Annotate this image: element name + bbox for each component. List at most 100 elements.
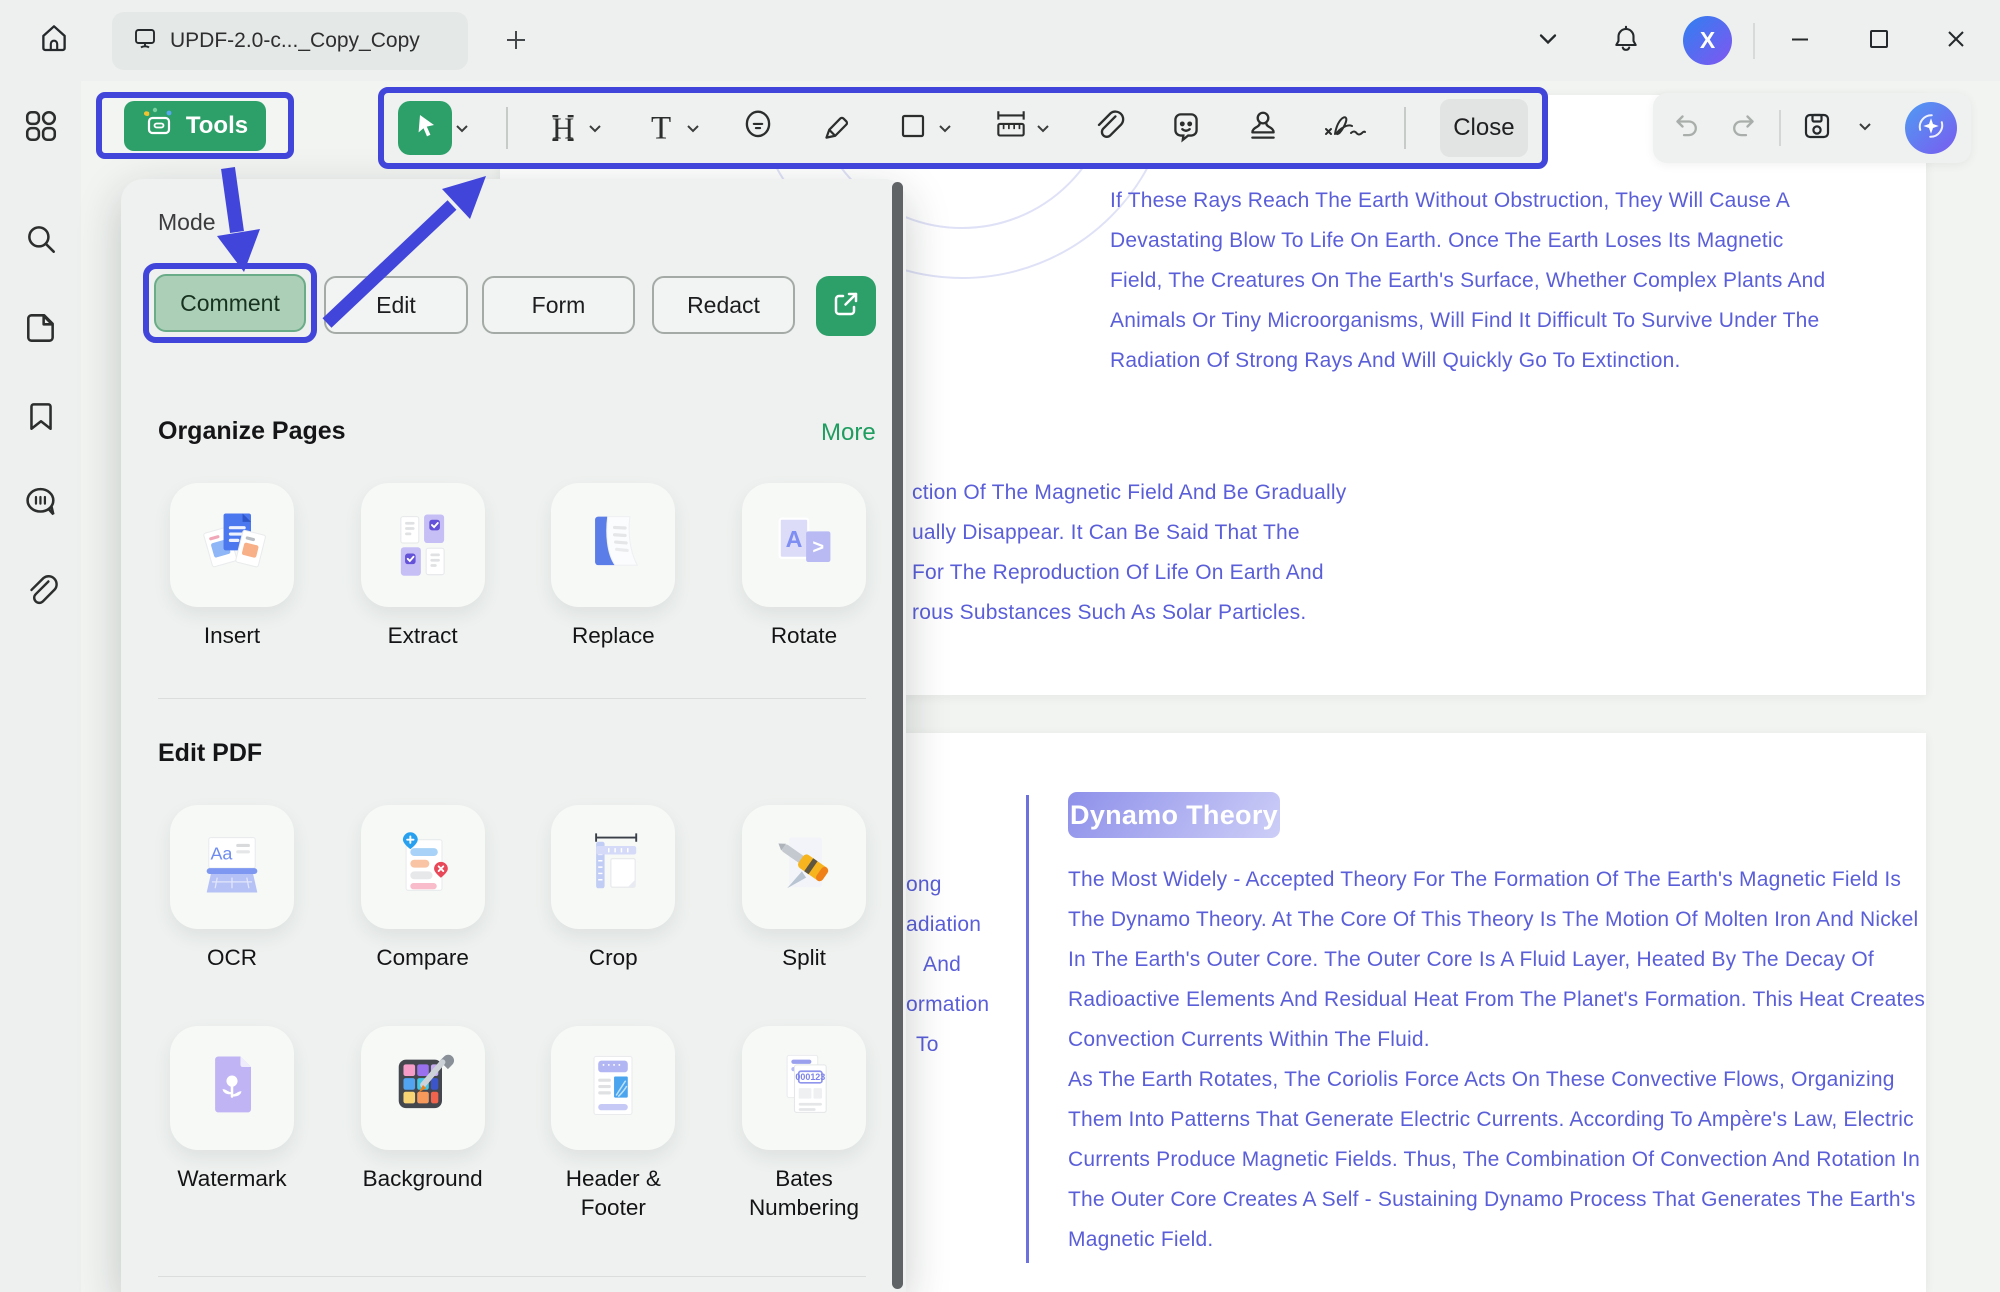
bell-icon xyxy=(1610,23,1642,60)
chevron-down-icon[interactable] xyxy=(935,106,955,150)
more-link[interactable]: More xyxy=(821,419,876,447)
doc-line: Radioactive Elements And Residual Heat F… xyxy=(1068,980,1925,1020)
open-in-new-window-button[interactable] xyxy=(816,276,876,336)
header-footer-icon xyxy=(575,1048,651,1129)
chevron-down-icon[interactable] xyxy=(452,106,472,150)
apps-grid-icon xyxy=(23,108,59,149)
sidebar-item-bookmarks[interactable] xyxy=(14,391,68,445)
notifications-button[interactable] xyxy=(1602,17,1650,65)
tile-watermark[interactable]: Watermark xyxy=(153,1026,311,1222)
tile-label: Replace xyxy=(538,621,688,650)
sidebar-item-comments[interactable] xyxy=(14,477,68,531)
new-tab-button[interactable] xyxy=(494,22,538,62)
panel-divider xyxy=(158,1276,866,1277)
select-tool-button[interactable] xyxy=(398,101,452,155)
highlight-tool-button[interactable]: H xyxy=(541,106,585,150)
comment-icon xyxy=(22,483,60,526)
doc-line: adiation xyxy=(906,905,989,945)
maximize-button[interactable] xyxy=(1855,17,1903,65)
close-toolbar-button[interactable]: Close xyxy=(1440,99,1528,157)
tile-insert[interactable]: Insert xyxy=(153,483,311,650)
doc-line: Currents Produce Magnetic Fields. Thus, … xyxy=(1068,1140,1925,1180)
stamp-icon xyxy=(1245,108,1281,149)
comment-toolbar: H T xyxy=(378,87,1548,169)
tile-label: Background xyxy=(348,1164,498,1193)
chevron-down-icon[interactable] xyxy=(585,106,605,150)
measure-tool-button[interactable] xyxy=(989,106,1033,150)
extract-pages-icon xyxy=(385,505,461,586)
sticker-tool-button[interactable] xyxy=(1164,106,1208,150)
rotate-pages-icon: A > xyxy=(766,505,842,586)
compare-icon xyxy=(385,827,461,908)
minimize-icon xyxy=(1787,26,1813,57)
sidebar-item-attachments[interactable] xyxy=(14,566,68,620)
mode-button-redact[interactable]: Redact xyxy=(652,276,795,334)
home-button[interactable] xyxy=(26,12,82,68)
tile-bates-numbering[interactable]: 000123 Bates Numbering xyxy=(725,1026,883,1222)
doc-line: And xyxy=(906,945,989,985)
mode-button-comment[interactable]: Comment xyxy=(154,274,306,332)
mode-button-label: Edit xyxy=(376,292,416,319)
save-options-button[interactable] xyxy=(1853,108,1877,148)
shape-tool-button[interactable] xyxy=(891,106,935,150)
document-paragraph: If These Rays Reach The Earth Without Ob… xyxy=(1110,181,1825,381)
mode-button-label: Form xyxy=(532,292,586,319)
tile-extract[interactable]: Extract xyxy=(344,483,502,650)
chevron-down-icon[interactable] xyxy=(1033,106,1053,150)
rectangle-icon xyxy=(896,109,930,148)
doc-line: Convection Currents Within The Fluid. xyxy=(1068,1020,1925,1060)
tile-background[interactable]: Background xyxy=(344,1026,502,1222)
monitor-icon xyxy=(132,26,158,57)
attach-file-tool-button[interactable] xyxy=(1086,106,1130,150)
collapse-toolbar-button[interactable] xyxy=(1524,17,1572,65)
stamp-tool-button[interactable] xyxy=(1241,106,1285,150)
ai-assistant-icon xyxy=(1911,106,1951,151)
svg-text:H: H xyxy=(552,112,574,146)
mode-button-form[interactable]: Form xyxy=(482,276,635,334)
search-icon xyxy=(23,221,59,262)
document-paragraph: The Most Widely - Accepted Theory For Th… xyxy=(1068,860,1925,1260)
redo-icon xyxy=(1728,111,1758,146)
doc-line: In The Earth's Outer Core. The Outer Cor… xyxy=(1068,940,1925,980)
minimize-button[interactable] xyxy=(1776,17,1824,65)
tab-title: UPDF-2.0-c..._Copy_Copy xyxy=(170,29,420,53)
tile-ocr[interactable]: Aa OCR xyxy=(153,805,311,972)
mode-label: Mode xyxy=(158,209,216,236)
signature-tool-button[interactable] xyxy=(1319,106,1371,150)
tile-split[interactable]: Split xyxy=(725,805,883,972)
tile-label: Crop xyxy=(538,943,688,972)
redo-button[interactable] xyxy=(1723,108,1763,148)
close-window-button[interactable] xyxy=(1932,17,1980,65)
svg-text:>: > xyxy=(812,536,824,558)
save-button[interactable] xyxy=(1797,108,1837,148)
signature-icon xyxy=(1322,108,1368,149)
svg-text:A: A xyxy=(786,526,803,552)
save-icon xyxy=(1801,110,1833,147)
note-tool-button[interactable] xyxy=(736,106,780,150)
tools-button[interactable]: Tools xyxy=(124,101,266,151)
replace-pages-icon xyxy=(575,505,651,586)
section-title-edit-pdf: Edit PDF xyxy=(158,739,262,768)
document-tab[interactable]: UPDF-2.0-c..._Copy_Copy xyxy=(112,12,468,70)
tile-rotate[interactable]: A > Rotate xyxy=(725,483,883,650)
tile-header-footer[interactable]: Header & Footer xyxy=(534,1026,692,1222)
doc-line: Animals Or Tiny Microorganisms, Will Fin… xyxy=(1110,301,1825,341)
pencil-tool-button[interactable] xyxy=(814,106,858,150)
home-icon xyxy=(37,21,71,60)
sidebar-item-search[interactable] xyxy=(14,214,68,268)
tile-crop[interactable]: Crop xyxy=(534,805,692,972)
organize-pages-grid: Insert xyxy=(153,483,883,650)
ai-assistant-button[interactable] xyxy=(1905,102,1957,154)
sidebar-item-pages[interactable] xyxy=(14,303,68,357)
chevron-down-icon[interactable] xyxy=(683,106,703,150)
tile-compare[interactable]: Compare xyxy=(344,805,502,972)
comment-annotation-box: Comment xyxy=(143,263,317,343)
sidebar-item-tools[interactable] xyxy=(14,101,68,155)
text-tool-button[interactable]: T xyxy=(639,106,683,150)
doc-line: If These Rays Reach The Earth Without Ob… xyxy=(1110,181,1825,221)
avatar[interactable]: X xyxy=(1683,16,1732,65)
panel-scrollbar[interactable] xyxy=(892,182,903,1289)
mode-button-edit[interactable]: Edit xyxy=(324,276,468,334)
undo-button[interactable] xyxy=(1667,108,1707,148)
tile-replace[interactable]: Replace xyxy=(534,483,692,650)
